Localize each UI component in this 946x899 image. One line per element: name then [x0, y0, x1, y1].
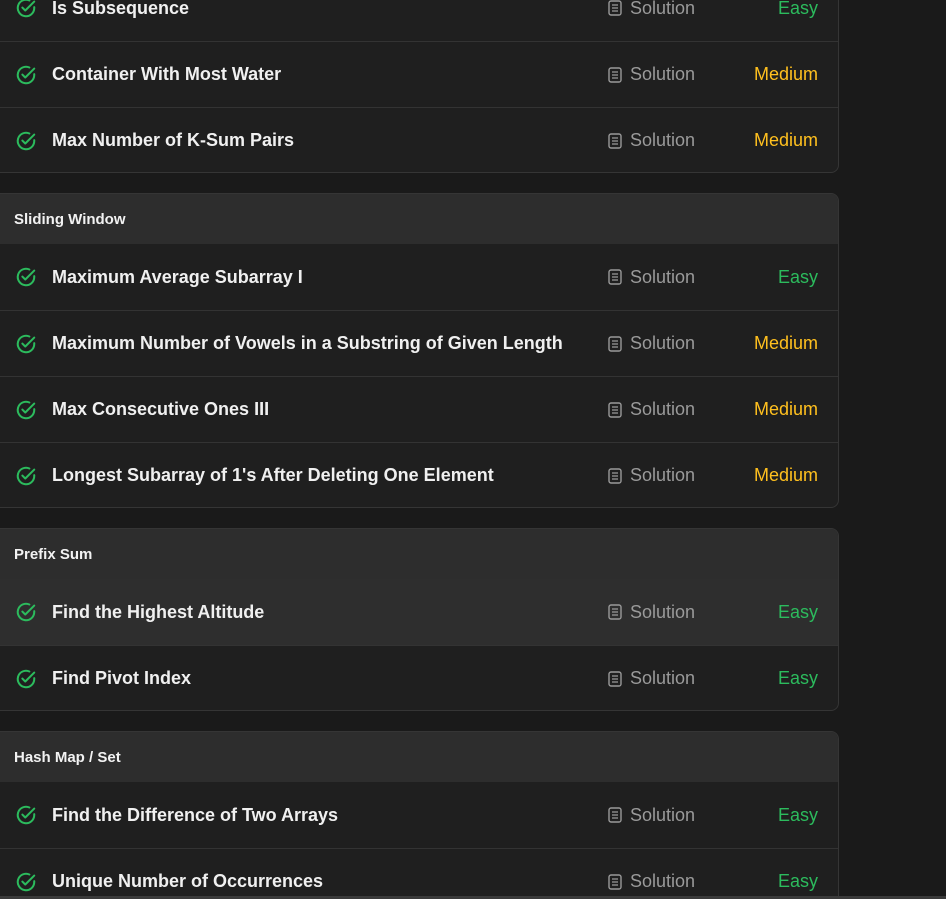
- problem-title[interactable]: Is Subsequence: [52, 0, 189, 19]
- study-plan-problem-list: Is Subsequence Solution Easy Container W…: [0, 0, 946, 899]
- problem-row[interactable]: Find the Highest Altitude Solution Easy: [0, 579, 838, 645]
- problem-title[interactable]: Max Number of K-Sum Pairs: [52, 130, 294, 151]
- difficulty-badge: Medium: [753, 130, 818, 150]
- problem-row[interactable]: Max Consecutive Ones III Solution Medium: [0, 376, 838, 442]
- difficulty-badge: Medium: [753, 333, 818, 353]
- document-icon: [608, 873, 622, 890]
- problem-row[interactable]: Container With Most Water Solution Mediu…: [0, 41, 838, 107]
- solution-link[interactable]: Solution: [608, 0, 695, 19]
- solution-label: Solution: [630, 465, 696, 485]
- document-icon: [608, 807, 622, 823]
- solution-label: Solution: [630, 0, 696, 18]
- solution-link[interactable]: Solution: [608, 805, 695, 826]
- solution-label: Solution: [630, 804, 696, 825]
- solution-label: Solution: [630, 399, 696, 419]
- solution-label: Solution: [630, 266, 696, 287]
- document-icon: [608, 670, 622, 687]
- check-circle-icon: [16, 669, 36, 688]
- document-icon: [608, 335, 622, 352]
- document-icon: [608, 66, 622, 83]
- problem-title[interactable]: Maximum Number of Vowels in a Substring …: [52, 333, 563, 354]
- document-icon: [608, 604, 622, 620]
- solution-link[interactable]: Solution: [608, 333, 695, 354]
- solution-link[interactable]: Solution: [608, 267, 695, 288]
- problem-row[interactable]: Maximum Number of Vowels in a Substring …: [0, 310, 838, 376]
- check-circle-icon: [16, 400, 36, 419]
- difficulty-badge: Medium: [753, 399, 818, 419]
- solution-link[interactable]: Solution: [608, 668, 695, 689]
- section-hash-map-set: Hash Map / Set Find the Difference of Tw…: [0, 731, 839, 899]
- solution-link[interactable]: Solution: [608, 64, 695, 85]
- difficulty-badge: Medium: [753, 64, 818, 84]
- difficulty-badge: Easy: [777, 266, 818, 287]
- document-icon: [608, 0, 622, 16]
- solution-label: Solution: [630, 871, 696, 891]
- document-icon: [608, 132, 622, 149]
- check-circle-icon: [16, 602, 36, 622]
- difficulty-badge: Easy: [777, 871, 818, 891]
- problem-row[interactable]: Find the Difference of Two Arrays Soluti…: [0, 782, 838, 848]
- problem-title[interactable]: Maximum Average Subarray I: [52, 267, 303, 288]
- solution-label: Solution: [630, 668, 696, 688]
- difficulty-badge: Easy: [777, 804, 818, 825]
- solution-label: Solution: [630, 333, 696, 353]
- problem-row[interactable]: Longest Subarray of 1's After Deleting O…: [0, 442, 838, 507]
- problem-title[interactable]: Find Pivot Index: [52, 668, 191, 689]
- solution-label: Solution: [630, 601, 696, 622]
- solution-link[interactable]: Solution: [608, 130, 695, 151]
- section-two-pointers: Is Subsequence Solution Easy Container W…: [0, 0, 839, 173]
- problem-title[interactable]: Container With Most Water: [52, 64, 281, 85]
- problem-title[interactable]: Longest Subarray of 1's After Deleting O…: [52, 465, 494, 486]
- solution-link[interactable]: Solution: [608, 602, 695, 623]
- check-circle-icon: [16, 872, 36, 891]
- problem-title[interactable]: Find the Highest Altitude: [52, 602, 264, 623]
- check-circle-icon: [16, 65, 36, 84]
- document-icon: [608, 467, 622, 484]
- document-icon: [608, 269, 622, 285]
- solution-label: Solution: [630, 64, 696, 84]
- document-icon: [608, 401, 622, 418]
- difficulty-badge: Easy: [777, 668, 818, 688]
- check-circle-icon: [16, 334, 36, 353]
- section-header: Hash Map / Set: [0, 732, 838, 782]
- difficulty-badge: Easy: [777, 0, 818, 18]
- check-circle-icon: [16, 131, 36, 150]
- section-header: Prefix Sum: [0, 529, 838, 579]
- problem-row[interactable]: Is Subsequence Solution Easy: [0, 0, 838, 41]
- section-header: Sliding Window: [0, 194, 838, 244]
- problem-title[interactable]: Find the Difference of Two Arrays: [52, 805, 338, 826]
- section-prefix-sum: Prefix Sum Find the Highest Altitude Sol…: [0, 528, 839, 711]
- check-circle-icon: [16, 0, 36, 18]
- section-sliding-window: Sliding Window Maximum Average Subarray …: [0, 193, 839, 508]
- check-circle-icon: [16, 466, 36, 485]
- problem-row[interactable]: Find Pivot Index Solution Easy: [0, 645, 838, 710]
- problem-title[interactable]: Max Consecutive Ones III: [52, 399, 269, 420]
- solution-link[interactable]: Solution: [608, 871, 695, 892]
- difficulty-badge: Medium: [753, 465, 818, 485]
- problem-row[interactable]: Max Number of K-Sum Pairs Solution Mediu…: [0, 107, 838, 172]
- problem-title[interactable]: Unique Number of Occurrences: [52, 871, 323, 892]
- solution-link[interactable]: Solution: [608, 465, 695, 486]
- solution-label: Solution: [630, 130, 696, 150]
- problem-row[interactable]: Maximum Average Subarray I Solution Easy: [0, 244, 838, 310]
- check-circle-icon: [16, 805, 36, 825]
- problem-row[interactable]: Unique Number of Occurrences Solution Ea…: [0, 848, 838, 899]
- check-circle-icon: [16, 267, 36, 287]
- difficulty-badge: Easy: [777, 601, 818, 622]
- solution-link[interactable]: Solution: [608, 399, 695, 420]
